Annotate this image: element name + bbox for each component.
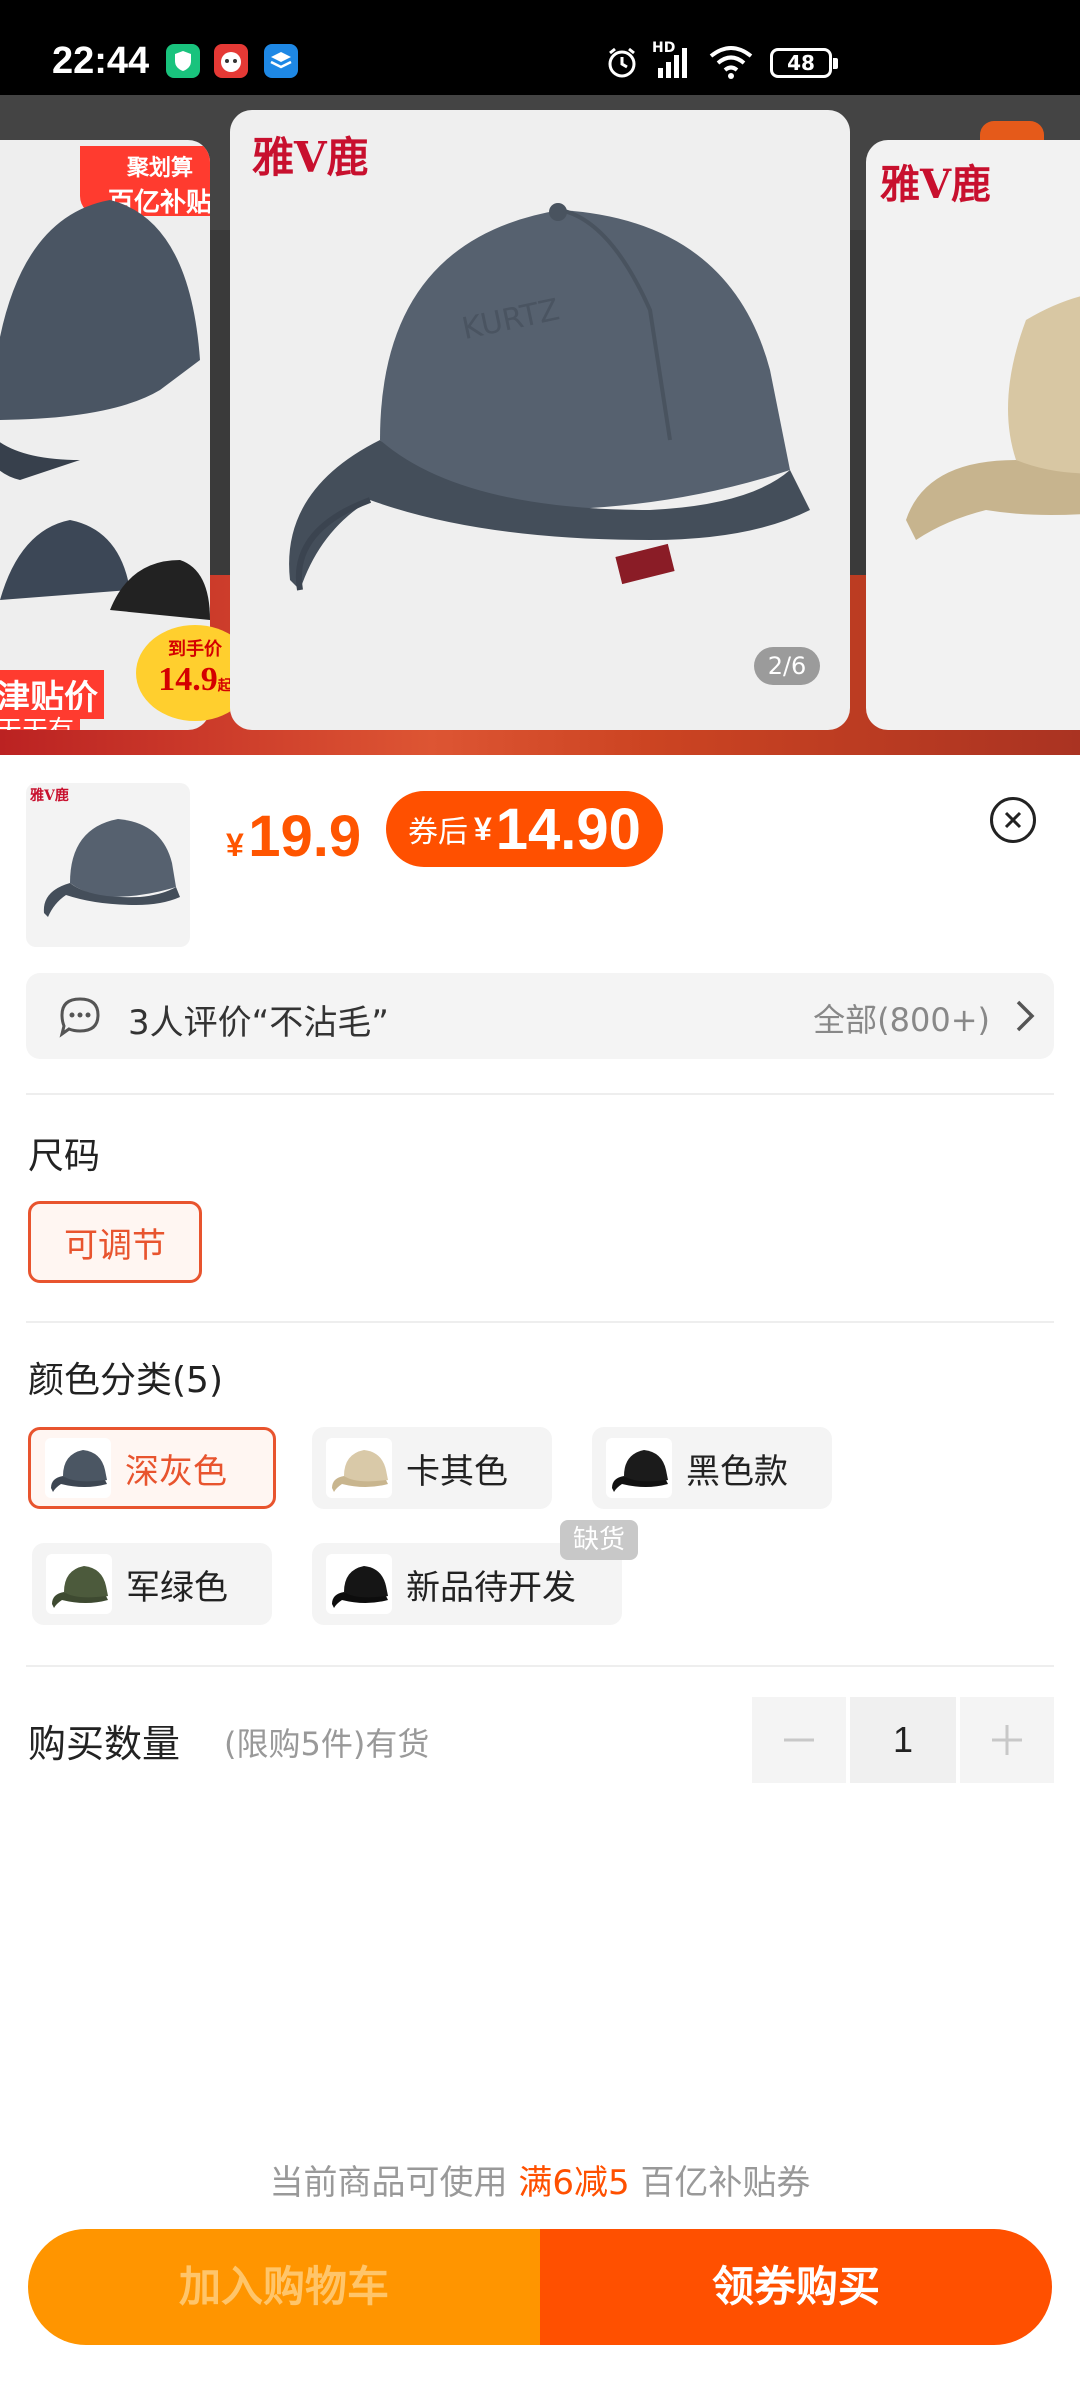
color-option-khaki[interactable]: 卡其色: [312, 1427, 552, 1509]
alarm-icon: [604, 44, 640, 84]
sku-price: ¥ 19.9: [226, 803, 361, 870]
battery-level: 48: [787, 51, 815, 75]
coupon-price-currency: ¥: [474, 810, 492, 847]
shield-app-icon: [166, 44, 200, 78]
color-swatch-khaki: [326, 1438, 392, 1498]
add-to-cart-button[interactable]: 加入购物车: [28, 2229, 540, 2345]
divider: [26, 1665, 1054, 1667]
coupon-hint-prefix: 当前商品可使用: [269, 2163, 508, 2203]
size-option-label: 可调节: [64, 1225, 166, 1266]
divider: [26, 1093, 1054, 1095]
color-option-label: 卡其色: [406, 1451, 508, 1492]
color-swatch-army-green: [46, 1554, 112, 1614]
color-swatch-new-pending: [326, 1554, 392, 1614]
coupon-price-value: 14.90: [495, 796, 641, 862]
gallery-card-current[interactable]: 雅V鹿 KURTZ 2/6: [230, 110, 850, 730]
color-option-black[interactable]: 黑色款: [592, 1427, 832, 1509]
coupon-price-badge: 券后 ¥ 14.90: [386, 791, 663, 867]
plus-icon: [992, 1725, 1022, 1755]
product-image-gallery[interactable]: 聚划算 百亿补贴 津贴价 天天有 到手价 14.9起 雅V鹿 KURTZ 2/6: [0, 95, 1080, 755]
minus-icon: [784, 1738, 814, 1742]
out-of-stock-badge: 缺货: [560, 1520, 638, 1560]
color-option-label: 新品待开发: [406, 1567, 576, 1608]
status-bar: 22:44 HD 48: [0, 0, 1080, 95]
wifi-icon: [708, 44, 754, 84]
coupon-hint-highlight: 满6减5: [518, 2163, 630, 2203]
close-icon: [1004, 811, 1022, 829]
app-face-icon: [214, 44, 248, 78]
quantity-note: (限购5件)有货: [224, 1725, 430, 1763]
side-text-2: 天天有: [0, 710, 81, 730]
signal-icon: HD: [652, 40, 696, 86]
size-option-adjustable[interactable]: 可调节: [28, 1201, 202, 1283]
color-option-army-green[interactable]: 军绿色: [32, 1543, 272, 1625]
color-option-label: 黑色款: [686, 1451, 788, 1492]
price-badge-number: 14.9: [158, 661, 218, 698]
review-summary-text: 3人评价“不沾毛”: [128, 1003, 389, 1043]
claim-coupon-buy-button[interactable]: 领券购买: [540, 2229, 1052, 2345]
review-summary-bar[interactable]: 3人评价“不沾毛” 全部(800+): [26, 973, 1054, 1059]
size-section-title: 尺码: [28, 1136, 101, 1177]
selected-sku-thumbnail[interactable]: 雅V鹿: [26, 783, 190, 947]
close-button[interactable]: [990, 797, 1036, 843]
quantity-label: 购买数量: [28, 1722, 181, 1766]
price-currency: ¥: [226, 827, 244, 863]
quantity-stepper[interactable]: 1: [752, 1697, 1054, 1783]
chat-bubble-icon: [59, 997, 100, 1038]
divider: [26, 1321, 1054, 1323]
cap-image-main: KURTZ: [289, 203, 810, 591]
quantity-value[interactable]: 1: [850, 1697, 956, 1783]
color-option-label: 深灰色: [125, 1451, 227, 1492]
color-swatch-dark-gray: [45, 1438, 111, 1498]
quantity-decrement-button[interactable]: [752, 1697, 846, 1783]
gallery-page-indicator: 2/6: [754, 647, 820, 685]
battery-icon: 48: [770, 48, 838, 78]
sku-selection-sheet: 雅V鹿 ¥ 19.9 券后 ¥ 14.90 3人评价“不沾毛” 全部(800+)…: [0, 755, 1080, 2400]
layers-app-icon: [264, 44, 298, 78]
coupon-hint: 当前商品可使用 满6减5 百亿补贴券: [0, 2155, 1080, 2204]
status-time: 22:44: [52, 40, 150, 82]
quantity-increment-button[interactable]: [960, 1697, 1054, 1783]
bottom-action-bar: 加入购物车 领券购买: [28, 2229, 1052, 2345]
color-option-dark-gray[interactable]: 深灰色: [28, 1427, 276, 1509]
signal-hd-label: HD: [652, 40, 676, 56]
coupon-price-label: 券后: [408, 816, 468, 849]
gallery-card-next[interactable]: 雅V鹿: [866, 140, 1080, 730]
price-value: 19.9: [248, 804, 362, 869]
review-all-link[interactable]: 全部(800+): [813, 995, 990, 1041]
color-section-title: 颜色分类(5): [28, 1360, 223, 1401]
chevron-right-icon: [1016, 1000, 1035, 1032]
color-swatch-black: [606, 1438, 672, 1498]
color-option-label: 军绿色: [126, 1567, 228, 1608]
coupon-hint-suffix: 百亿补贴券: [640, 2163, 811, 2203]
cap-image-right: [906, 296, 1080, 540]
thumbnail-cap-image: [43, 819, 180, 917]
